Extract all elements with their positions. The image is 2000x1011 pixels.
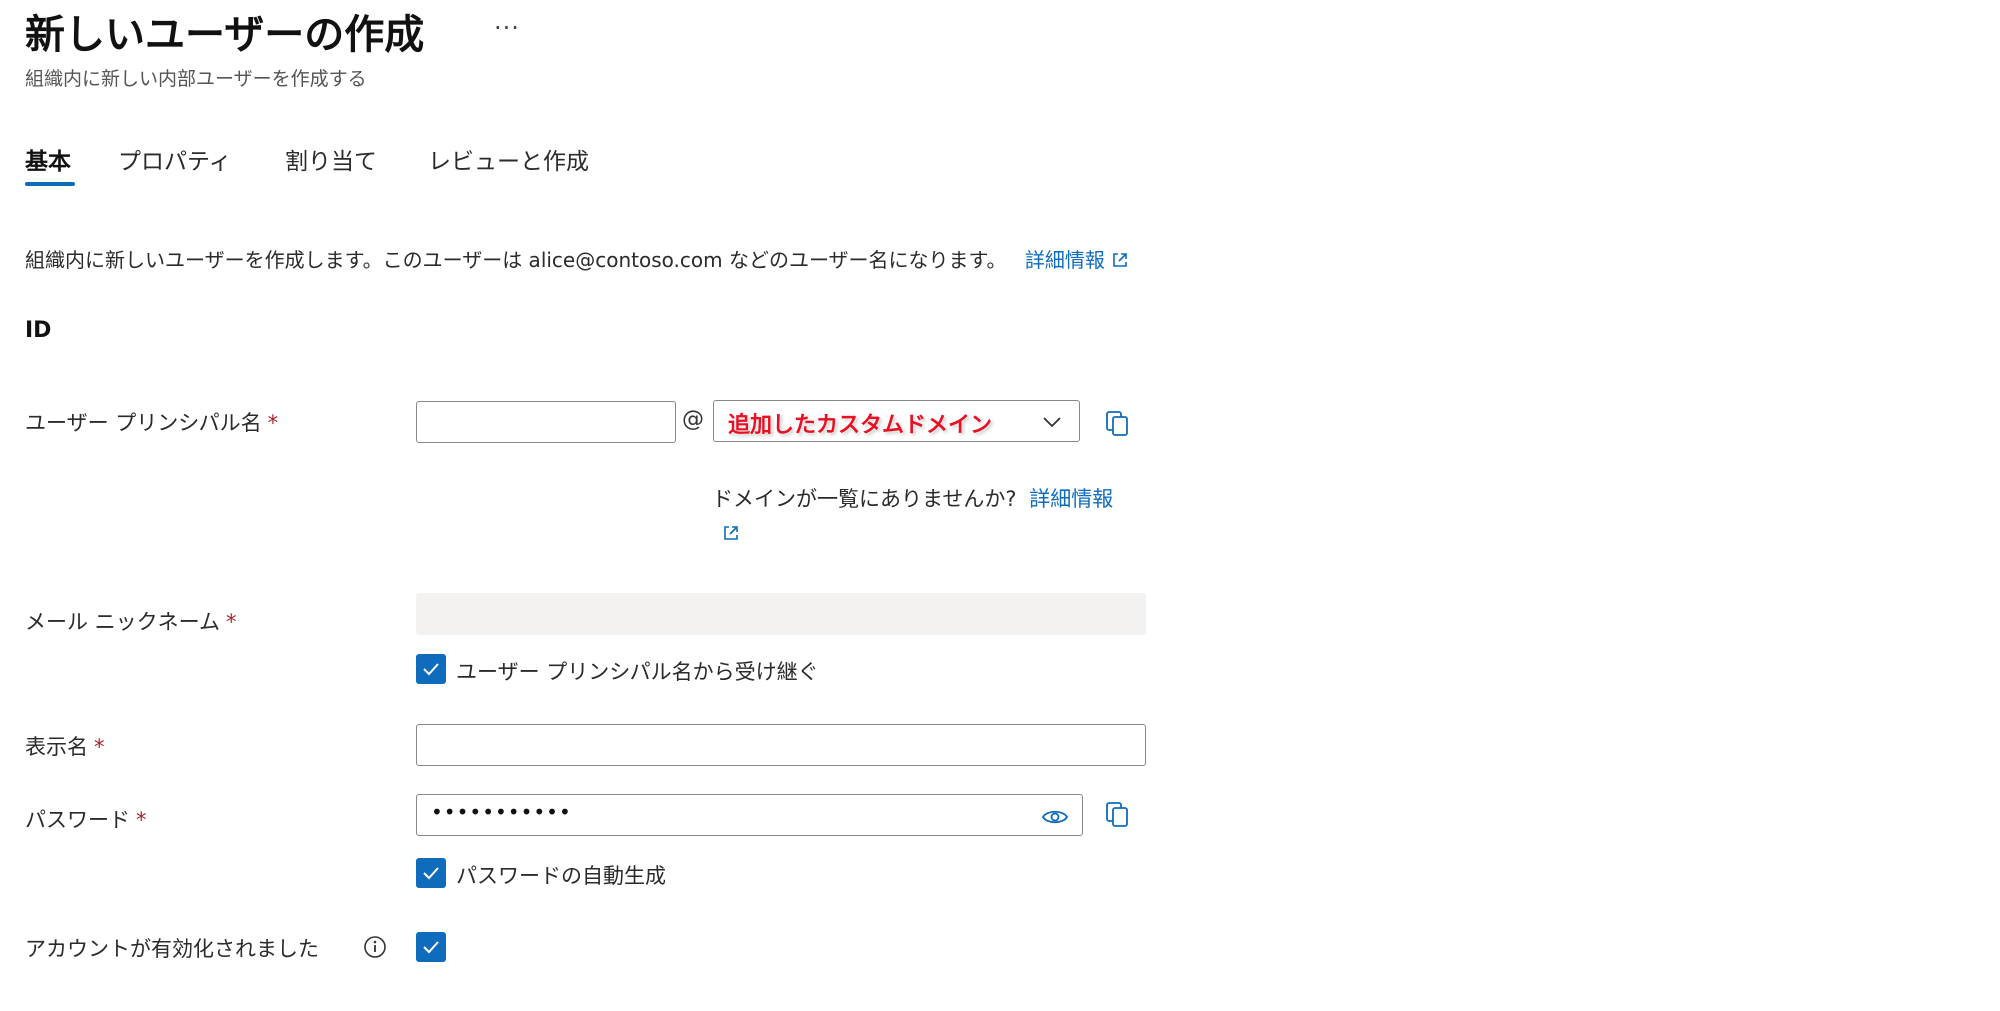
- page-title: 新しいユーザーの作成: [25, 12, 425, 58]
- inherit-upn-checkbox[interactable]: [416, 654, 446, 684]
- domain-hint: ドメインが一覧にありませんか? 詳細情報: [712, 487, 1114, 511]
- tab-review-create[interactable]: レビューと作成: [428, 142, 589, 176]
- learn-more-link[interactable]: 詳細情報: [1025, 248, 1105, 272]
- required-mark: *: [136, 808, 147, 832]
- account-enabled-label: アカウントが有効化されました: [25, 937, 319, 961]
- page-subtitle: 組織内に新しい内部ユーザーを作成する: [25, 68, 367, 90]
- copy-password-icon[interactable]: [1104, 799, 1132, 833]
- mail-nickname-input: [416, 593, 1146, 635]
- upn-input[interactable]: [416, 401, 676, 443]
- check-icon: [423, 663, 439, 676]
- required-mark: *: [226, 610, 237, 634]
- mail-nickname-label: メール ニックネーム *: [25, 610, 237, 634]
- check-icon: [423, 867, 439, 880]
- info-icon[interactable]: [363, 935, 387, 963]
- password-masked-value: •••••••••••: [431, 800, 572, 824]
- tab-properties[interactable]: プロパティ: [118, 142, 232, 176]
- domain-learn-more-link[interactable]: 詳細情報: [1029, 487, 1113, 511]
- description: 組織内に新しいユーザーを作成します。このユーザーは alice@contoso.…: [25, 244, 1129, 274]
- more-options-button[interactable]: ···: [494, 14, 520, 42]
- domain-select[interactable]: 追加したカスタムドメイン: [713, 400, 1080, 442]
- upn-label: ユーザー プリンシパル名 *: [25, 411, 279, 435]
- required-mark: *: [267, 411, 279, 435]
- display-name-input[interactable]: [416, 724, 1146, 766]
- required-mark: *: [94, 735, 105, 759]
- check-icon: [423, 941, 439, 954]
- account-enabled-checkbox[interactable]: [416, 932, 446, 962]
- autogen-password-label[interactable]: パスワードの自動生成: [456, 860, 666, 890]
- chevron-down-icon: [1041, 411, 1063, 437]
- tab-basics[interactable]: 基本: [25, 142, 71, 176]
- display-name-label: 表示名 *: [25, 735, 105, 759]
- active-tab-indicator: [25, 182, 75, 186]
- domain-selected-value: 追加したカスタムドメイン: [728, 413, 993, 438]
- password-label: パスワード *: [25, 808, 147, 832]
- section-title-id: ID: [25, 318, 52, 343]
- show-password-eye-icon[interactable]: [1041, 808, 1069, 830]
- tab-assignments[interactable]: 割り当て: [285, 142, 377, 176]
- copy-icon[interactable]: [1104, 408, 1132, 442]
- external-link-icon[interactable]: [1111, 250, 1129, 274]
- password-input[interactable]: •••••••••••: [416, 794, 1083, 836]
- inherit-upn-label[interactable]: ユーザー プリンシパル名から受け継ぐ: [456, 656, 819, 686]
- at-sign: @: [682, 407, 704, 432]
- autogen-password-checkbox[interactable]: [416, 858, 446, 888]
- description-text: 組織内に新しいユーザーを作成します。このユーザーは alice@contoso.…: [25, 248, 1007, 272]
- external-link-icon[interactable]: [722, 524, 740, 546]
